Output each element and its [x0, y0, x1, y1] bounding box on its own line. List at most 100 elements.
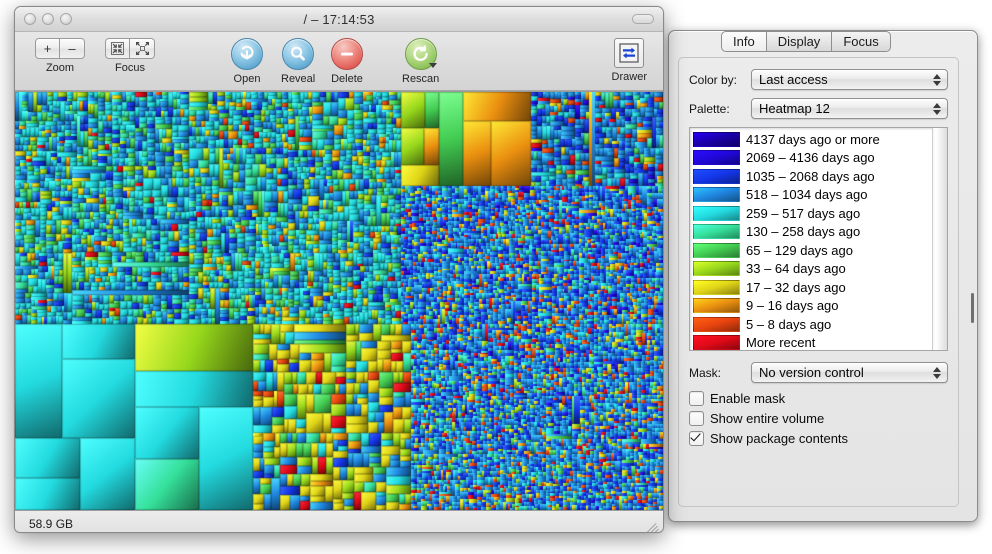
color-by-value: Last access [759, 72, 828, 87]
enable-mask-checkbox[interactable] [689, 391, 704, 406]
tab-display[interactable]: Display [766, 31, 833, 52]
legend-color-swatch [693, 261, 740, 277]
legend-item[interactable]: 2069 – 4136 days ago [693, 149, 932, 168]
drawer-toggle-button[interactable] [614, 38, 645, 68]
legend-list: 4137 days ago or more 2069 – 4136 days ag… [690, 128, 932, 350]
resize-grip[interactable] [646, 519, 661, 532]
mask-label: Mask: [689, 365, 722, 380]
focus-out-button[interactable] [130, 38, 155, 59]
rescan-group: Rescan [402, 38, 439, 85]
status-bar: 58.9 GB [15, 510, 663, 532]
legend-scrollbar[interactable] [932, 128, 947, 350]
color-by-label: Color by: [689, 72, 738, 87]
minus-circle-icon [332, 39, 362, 69]
legend-color-swatch [693, 279, 740, 295]
legend-item[interactable]: 33 – 64 days ago [693, 260, 932, 279]
legend-item-label: 9 – 16 days ago [746, 298, 839, 314]
focus-segmented-control [105, 38, 155, 59]
palette-popup[interactable]: Heatmap 12 [751, 98, 948, 119]
down-chevron-circle-icon [232, 39, 262, 69]
enable-mask-row[interactable]: Enable mask [689, 391, 948, 406]
zoom-out-button[interactable]: – [60, 38, 85, 59]
legend-color-swatch [693, 316, 740, 332]
legend-item[interactable]: 17 – 32 days ago [693, 278, 932, 297]
open-button[interactable] [231, 38, 263, 70]
mask-row: Mask: No version control [689, 362, 948, 383]
reveal-button[interactable] [282, 38, 315, 70]
show-entire-volume-checkbox[interactable] [689, 411, 704, 426]
tab-info[interactable]: Info [721, 31, 767, 52]
drawer-resize-handle[interactable] [971, 293, 974, 323]
drawer-content: Color by: Last access Palette: Heatmap 1… [678, 57, 959, 507]
window-controls [24, 13, 72, 25]
legend-color-swatch [693, 150, 740, 166]
chevron-updown-icon [930, 70, 943, 89]
rescan-menu-chevron-icon[interactable] [428, 63, 437, 68]
zoom-button[interactable] [60, 13, 72, 25]
open-group: Open [231, 38, 263, 85]
delete-button[interactable] [331, 38, 363, 70]
legend-item-label: 33 – 64 days ago [746, 261, 846, 277]
rescan-button[interactable] [404, 38, 437, 70]
legend-item[interactable]: 518 – 1034 days ago [693, 186, 932, 205]
legend-item[interactable]: 1035 – 2068 days ago [693, 167, 932, 186]
palette-row: Palette: Heatmap 12 [689, 98, 948, 119]
mask-popup[interactable]: No version control [751, 362, 948, 383]
legend-item[interactable]: More recent [693, 334, 932, 351]
zoom-group: + – Zoom [35, 38, 85, 74]
tab-focus-label: Focus [843, 34, 879, 49]
toolbar-toggle-button[interactable] [632, 14, 654, 24]
plus-icon: + [43, 41, 52, 56]
show-package-contents-checkbox[interactable] [689, 431, 704, 446]
legend-item[interactable]: 4137 days ago or more [693, 130, 932, 149]
main-toolbar: + – Zoom Focus Open Reveal Delete Rescan… [15, 32, 663, 91]
total-size-label: 58.9 GB [29, 516, 74, 531]
legend-item[interactable]: 259 – 517 days ago [693, 204, 932, 223]
legend-list-box[interactable]: 4137 days ago or more 2069 – 4136 days ag… [689, 127, 948, 351]
tab-info-label: Info [733, 34, 755, 49]
minimize-button[interactable] [42, 13, 54, 25]
window-title: / – 17:14:53 [303, 11, 375, 27]
legend-color-swatch [693, 335, 740, 350]
zoom-segmented-control: + – [35, 38, 85, 59]
legend-item-label: More recent [746, 335, 816, 351]
legend-item[interactable]: 65 – 129 days ago [693, 241, 932, 260]
window-titlebar[interactable]: / – 17:14:53 [15, 7, 663, 32]
show-package-contents-label: Show package contents [710, 431, 849, 446]
close-button[interactable] [24, 13, 36, 25]
palette-value: Heatmap 12 [759, 101, 830, 116]
legend-color-swatch [693, 205, 740, 221]
mask-value: No version control [759, 365, 864, 380]
reveal-caption: Reveal [281, 73, 316, 85]
show-entire-volume-label: Show entire volume [710, 411, 825, 426]
legend-item-label: 65 – 129 days ago [746, 242, 853, 258]
app-root: Info Display Focus Color by: Last access… [0, 0, 992, 554]
legend-color-swatch [693, 187, 740, 203]
color-by-popup[interactable]: Last access [751, 69, 948, 90]
legend-item-label: 1035 – 2068 days ago [746, 168, 875, 184]
reveal-group: Reveal [281, 38, 315, 85]
drawer-arrows-icon [619, 43, 639, 63]
legend-item[interactable]: 130 – 258 days ago [693, 223, 932, 242]
delete-caption: Delete [331, 73, 363, 85]
treemap-view[interactable] [15, 91, 663, 510]
legend-item-label: 518 – 1034 days ago [746, 187, 868, 203]
legend-item[interactable]: 5 – 8 days ago [693, 315, 932, 334]
expand-arrows-icon [135, 42, 149, 55]
drawer-tabbar: Info Display Focus [721, 31, 891, 52]
chevron-updown-icon [930, 99, 943, 118]
minus-icon: – [68, 41, 76, 56]
focus-group: Focus [105, 38, 155, 74]
legend-item[interactable]: 9 – 16 days ago [693, 297, 932, 316]
legend-color-swatch [693, 168, 740, 184]
legend-item-label: 130 – 258 days ago [746, 224, 861, 240]
treemap-canvas[interactable] [15, 92, 663, 510]
show-package-contents-row[interactable]: Show package contents [689, 431, 948, 446]
focus-in-button[interactable] [105, 38, 130, 59]
legend-item-label: 4137 days ago or more [746, 131, 880, 147]
show-entire-volume-row[interactable]: Show entire volume [689, 411, 948, 426]
magnifier-circle-icon [283, 39, 313, 69]
legend-color-swatch [693, 224, 740, 240]
zoom-in-button[interactable]: + [35, 38, 60, 59]
tab-focus[interactable]: Focus [832, 31, 891, 52]
